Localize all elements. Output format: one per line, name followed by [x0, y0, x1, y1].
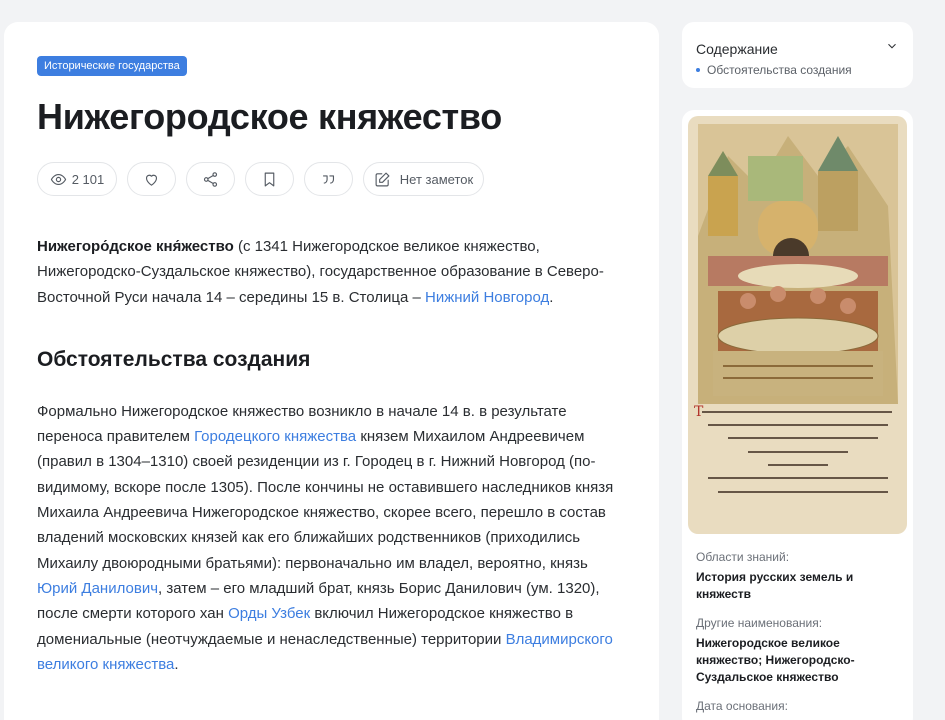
quote-button[interactable] [304, 162, 353, 196]
lead-text-end: . [549, 288, 554, 306]
notes-button[interactable]: Нет заметок [363, 162, 484, 196]
article-actions: 2 101 Нет заметок [37, 162, 625, 196]
manuscript-illustration[interactable]: Т [688, 116, 907, 534]
info-label: Другие наименования: [696, 616, 823, 630]
paragraph-text: князем Михаилом Андреевичем (правил в 13… [37, 428, 614, 572]
note-icon [375, 172, 390, 186]
quote-icon [322, 174, 335, 184]
category-badge[interactable]: Исторические государства [37, 56, 187, 76]
bookmark-button[interactable] [245, 162, 294, 196]
info-label: Дата основания: [696, 699, 788, 713]
paragraph-text: . [174, 655, 179, 673]
chevron-down-icon [888, 43, 896, 49]
views-counter: 2 101 [37, 162, 117, 196]
info-label: Области знаний: [696, 550, 790, 564]
page-title: Нижегородское княжество [37, 96, 502, 137]
infobox: Т Области знаний: История русских земель… [682, 110, 913, 720]
share-button[interactable] [186, 162, 235, 196]
toc-title: Содержание [696, 40, 778, 57]
like-button[interactable] [127, 162, 176, 196]
section-title: Обстоятельства создания [37, 347, 311, 371]
section-paragraph: Формально Нижегородское княжество возник… [37, 399, 625, 677]
eye-icon [50, 173, 66, 185]
info-value[interactable]: История русских земель и княжеств [696, 569, 899, 603]
lead-term: Нижегоро́дское кня́жество [37, 238, 234, 255]
bookmark-icon [264, 172, 275, 186]
heart-icon [145, 174, 158, 186]
link-horde-uzbek[interactable]: Орды Узбек [228, 605, 310, 622]
article-card: Исторические государства Нижегородское к… [4, 22, 659, 720]
svg-text:Т: Т [694, 404, 704, 420]
table-of-contents: Содержание Обстоятельства создания [682, 22, 913, 88]
info-value: Нижегородское великое княжество; Нижегор… [696, 636, 855, 684]
link-nizhny-novgorod[interactable]: Нижний Новгород [425, 289, 549, 306]
views-count: 2 101 [71, 171, 105, 187]
toc-bullet [696, 68, 700, 72]
toc-item[interactable]: Обстоятельства создания [696, 63, 899, 77]
info-field-knowledge-area: Области знаний: История русских земель и… [688, 549, 907, 603]
notes-label: Нет заметок [399, 171, 474, 187]
link-gorodets-principality[interactable]: Городецкого княжества [194, 428, 356, 445]
toc-header[interactable]: Содержание [696, 39, 899, 58]
link-yuri-danilovich[interactable]: Юрий Данилович [37, 580, 158, 597]
info-field-founding-date: Дата основания: [688, 698, 907, 714]
toc-toggle[interactable] [885, 39, 899, 58]
share-icon [203, 171, 218, 187]
info-field-other-names: Другие наименования: Нижегородское велик… [688, 615, 907, 686]
lead-paragraph: Нижегоро́дское кня́жество (с 1341 Нижего… [37, 234, 625, 310]
toc-item-label: Обстоятельства создания [707, 63, 852, 77]
